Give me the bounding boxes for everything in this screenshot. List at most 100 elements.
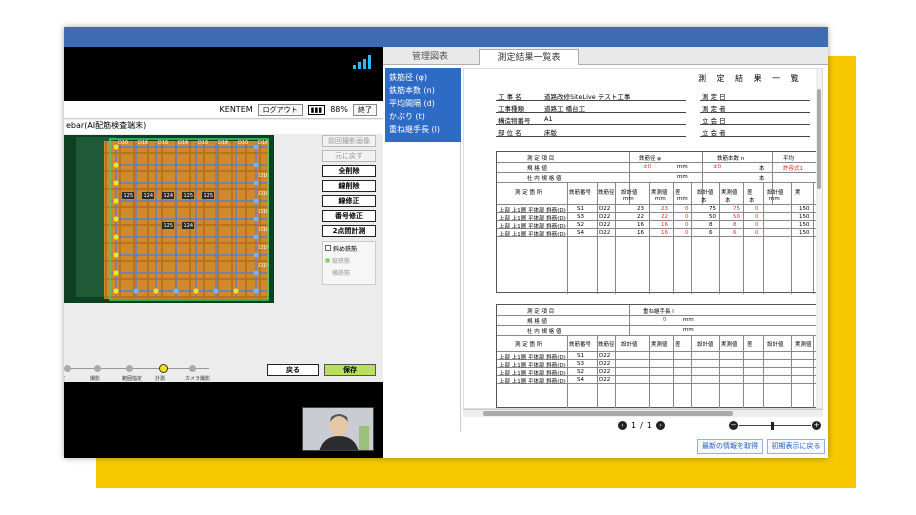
table-cell: D22 <box>599 361 611 367</box>
zoom-out-icon[interactable]: − <box>729 421 738 430</box>
rebar-photo[interactable]: D16 D16 D16 D16 D16 D16 D16 D16 D16 D16 D16 D16 D19… <box>64 135 274 303</box>
table-cell: 6 <box>709 230 713 236</box>
rebar-point[interactable] <box>113 180 119 186</box>
table-cell: 150 <box>799 206 810 212</box>
results-document: 測 定 結 果 一 覧 工 事 名道路改修SiteLive テスト工事 工事種類道… <box>463 68 823 409</box>
status-bar: KENTEM ログアウト ▮▮▮ 88% 終了 <box>64 101 383 119</box>
table-col-line <box>673 335 674 408</box>
rebar-point[interactable] <box>253 270 259 276</box>
table-cell: 設計値 <box>697 342 714 348</box>
table-cell: 0 <box>755 230 759 236</box>
signal-icon <box>353 55 375 69</box>
menu-item-diameter[interactable]: 鉄筋径 (φ) <box>389 71 457 84</box>
side-button-3[interactable]: 線削除 <box>322 180 376 192</box>
vertical-rebar-option[interactable]: 縦鉄筋 <box>325 256 373 265</box>
table-cell: 平均 <box>783 156 795 162</box>
table-col-line <box>649 335 650 408</box>
rebar-point[interactable] <box>253 234 259 240</box>
menu-item-count[interactable]: 鉄筋本数 (n) <box>389 84 457 97</box>
logout-button[interactable]: ログアウト <box>257 103 303 116</box>
table-cell: 社 内 規 格 値 <box>527 329 562 335</box>
menu-item-lap-length[interactable]: 重ね継手長 (l) <box>389 123 457 136</box>
table-row-line <box>497 172 819 173</box>
rebar-point[interactable] <box>113 198 119 204</box>
rebar-point[interactable] <box>193 288 199 294</box>
next-page-icon[interactable]: › <box>655 421 665 430</box>
table-cell: 16 <box>637 230 644 236</box>
rebar-point[interactable] <box>113 216 119 222</box>
side-button-2[interactable]: 全削除 <box>322 165 376 177</box>
table-measurement-2: 測 定 項 目 重ね継手長 l 規 格 値 0 mm 社 内 規 格 値 mm 測 定 箇 所… <box>496 304 820 408</box>
diagonal-rebar-checkbox[interactable]: 斜め鉄筋 <box>325 244 373 253</box>
rebar-point[interactable] <box>113 162 119 168</box>
table-cell: 鉄筋径 <box>598 342 615 348</box>
page-navigator: ‹ 1 / 1 › <box>618 421 665 430</box>
table-col-line <box>567 182 568 294</box>
rebar-point[interactable] <box>113 234 119 240</box>
step-dot-2[interactable] <box>126 365 133 372</box>
table-col-line <box>691 335 692 408</box>
table-cell: mm <box>683 317 694 323</box>
doc-title: 測 定 結 果 一 覧 <box>698 74 803 83</box>
table-cell: mm <box>677 174 688 180</box>
rebar-point[interactable] <box>113 288 119 294</box>
edit-button-column: 前回撮影画像 元に戻す全削除線削除線修正番号修正 2点間計測 斜め鉄筋 縦鉄筋 横鉄… <box>320 135 378 285</box>
underline <box>496 100 686 101</box>
table-cell: 150 <box>799 214 810 220</box>
rebar-point[interactable] <box>213 288 219 294</box>
vertical-scrollbar[interactable] <box>816 69 822 408</box>
side-button-5[interactable]: 番号修正 <box>322 210 376 222</box>
tab-measurement-results[interactable]: 測定結果一覧表 <box>479 49 579 65</box>
rebar-point[interactable] <box>253 198 259 204</box>
table-col-line <box>691 182 692 294</box>
step-label-4: カメラ撮影 <box>185 376 211 382</box>
rebar-point[interactable] <box>253 162 259 168</box>
side-button-0[interactable]: 前回撮影画像 <box>322 135 376 147</box>
table-cell: 16 <box>637 222 644 228</box>
horizontal-scrollbar[interactable] <box>463 409 823 417</box>
prev-page-icon[interactable]: ‹ <box>618 421 627 430</box>
table-col-line <box>615 182 616 294</box>
save-button[interactable]: 保存 <box>324 364 376 376</box>
menu-item-spacing[interactable]: 平均間隔 (d) <box>389 97 457 110</box>
zoom-knob[interactable] <box>771 422 774 430</box>
rebar-point[interactable] <box>253 180 259 186</box>
table-cell: S3 <box>577 214 584 220</box>
rebar-point[interactable] <box>113 270 119 276</box>
zoom-slider[interactable]: − + <box>729 421 821 431</box>
menu-item-cover[interactable]: かぶり (t) <box>389 110 457 123</box>
back-button[interactable]: 戻る <box>267 364 319 376</box>
rebar-point[interactable] <box>253 216 259 222</box>
rebar-point[interactable] <box>253 252 259 258</box>
table-cell: 上部 上1層 平体部 斜筋(D) <box>499 216 566 222</box>
report-viewer: 管理図表 測定結果一覧表 鉄筋径 (φ) 鉄筋本数 (n) 平均間隔 (d) か… <box>383 47 828 458</box>
table-cell: 0 <box>685 222 689 228</box>
zoom-in-icon[interactable]: + <box>812 421 821 430</box>
side-button-1[interactable]: 元に戻す <box>322 150 376 162</box>
rebar-point[interactable] <box>153 288 159 294</box>
video-call-thumbnail[interactable] <box>302 407 374 451</box>
person-avatar <box>303 408 373 450</box>
step-dot-3[interactable] <box>159 364 168 373</box>
step-dot-1[interactable] <box>94 365 101 372</box>
table-cell: 75 <box>733 206 740 212</box>
side-button-4[interactable]: 線修正 <box>322 195 376 207</box>
table-cell: S2 <box>577 222 584 228</box>
rebar-point[interactable] <box>253 288 259 294</box>
page-separator: / <box>640 421 643 430</box>
scroll-thumb[interactable] <box>483 411 733 416</box>
rebar-point[interactable] <box>233 288 239 294</box>
rebar-point[interactable] <box>173 288 179 294</box>
rebar-point[interactable] <box>113 252 119 258</box>
reset-view-button[interactable]: 初期表示に戻る <box>767 439 825 454</box>
table-cell: 150 <box>799 230 810 236</box>
side-button-6[interactable]: 2点間計測 <box>322 225 376 237</box>
refresh-button[interactable]: 最新の情報を取得 <box>697 439 763 454</box>
horizontal-rebar-option[interactable]: 横鉄筋 <box>332 268 373 277</box>
tab-control-chart[interactable]: 管理図表 <box>389 49 471 65</box>
step-dot-4[interactable] <box>189 365 196 372</box>
rebar-point[interactable] <box>133 288 139 294</box>
end-button[interactable]: 終了 <box>353 103 377 116</box>
step-dot-0[interactable] <box>64 365 71 372</box>
screenshot-stage: KENTEM ログアウト ▮▮▮ 88% 終了 ebar(AI配筋検査端末) D… <box>0 0 916 515</box>
